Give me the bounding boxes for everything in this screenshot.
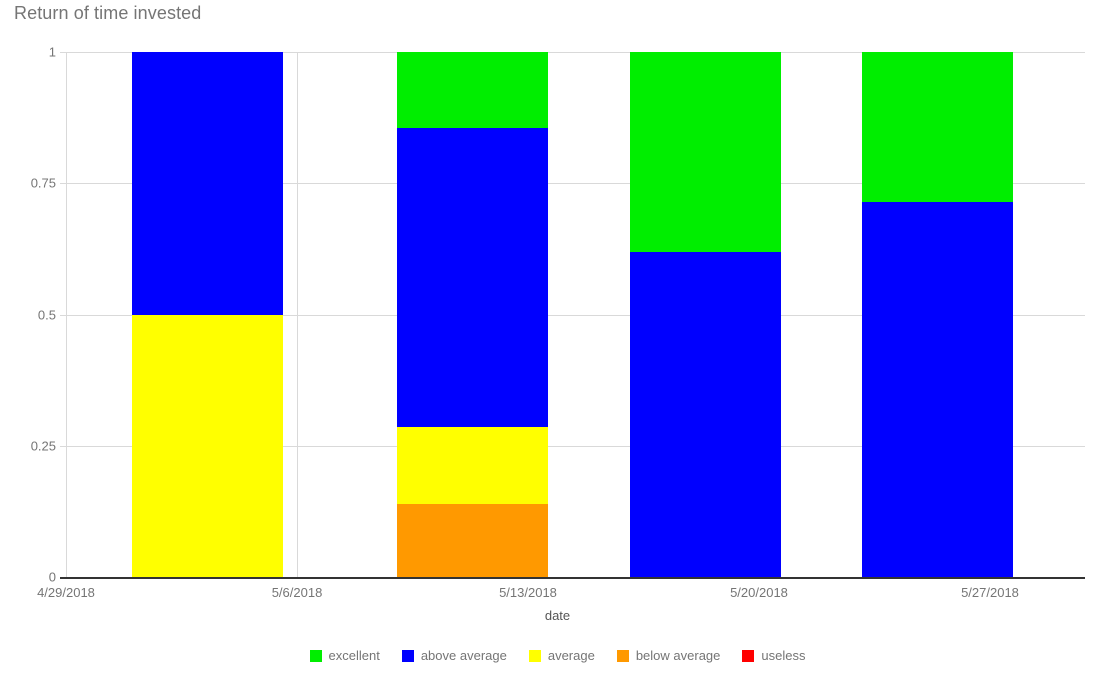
plot-area: 1 0.75 0.5 0.25 0 4/29/2018 5/6/2018 5/13/2018… xyxy=(31,45,1085,600)
legend-item[interactable]: above average xyxy=(401,648,507,663)
legend-item[interactable]: excellent xyxy=(309,648,380,663)
legend-label: useless xyxy=(761,648,806,663)
legend-label: above average xyxy=(420,648,507,663)
chart-legend: excellent above average average below avera… xyxy=(0,648,1115,663)
legend-swatch-icon xyxy=(528,649,541,662)
legend-swatch-icon xyxy=(401,649,414,662)
bar-segment[interactable] xyxy=(629,251,781,577)
x-axis-tick-label: 5/6/2018 xyxy=(271,585,323,600)
bar-segment[interactable] xyxy=(862,201,1013,577)
legend-label: below average xyxy=(635,648,721,663)
x-axis-tick-label: 5/27/2018 xyxy=(961,585,1019,600)
bar-segment[interactable] xyxy=(629,52,781,252)
legend-label: excellent xyxy=(328,648,380,663)
bar-group[interactable] xyxy=(862,52,1013,577)
y-axis-tick-label: 0.75 xyxy=(30,175,56,191)
bar-segment[interactable] xyxy=(396,52,548,129)
gridline-vertical xyxy=(297,52,298,577)
x-axis-title: date xyxy=(544,608,571,623)
bar-group[interactable] xyxy=(396,52,548,577)
legend-swatch-icon xyxy=(616,649,629,662)
legend-label: average xyxy=(547,648,595,663)
bar-segment[interactable] xyxy=(396,503,548,577)
legend-item[interactable]: useless xyxy=(742,648,805,663)
x-axis-tick-label: 5/20/2018 xyxy=(730,585,788,600)
x-axis-tick-label: 4/29/2018 xyxy=(37,585,95,600)
gridline-vertical xyxy=(66,52,67,577)
bar-segment[interactable] xyxy=(862,52,1013,202)
chart-title: Return of time invested xyxy=(14,3,202,23)
legend-swatch-icon xyxy=(309,649,322,662)
bar-segment[interactable] xyxy=(132,52,283,315)
bar-segment[interactable] xyxy=(132,314,283,577)
x-axis-line xyxy=(60,577,1085,579)
legend-swatch-icon xyxy=(742,649,755,662)
bar-segment[interactable] xyxy=(396,128,548,428)
bar-group[interactable] xyxy=(132,52,283,577)
legend-item[interactable]: average xyxy=(528,648,595,663)
chart-container: Return of time invested 1 0.75 0.5 0.25 0 4/… xyxy=(0,0,1115,688)
legend-item[interactable]: below average xyxy=(616,648,721,663)
y-axis-tick-label: 0.25 xyxy=(30,438,56,454)
bar-segment[interactable] xyxy=(396,427,548,504)
bar-group[interactable] xyxy=(629,52,781,577)
y-axis-tick-label: 0 xyxy=(48,569,56,585)
y-axis-tick-label: 0.5 xyxy=(37,307,56,322)
x-axis-tick-label: 5/13/2018 xyxy=(499,585,557,600)
y-axis-tick-label: 1 xyxy=(48,44,56,60)
